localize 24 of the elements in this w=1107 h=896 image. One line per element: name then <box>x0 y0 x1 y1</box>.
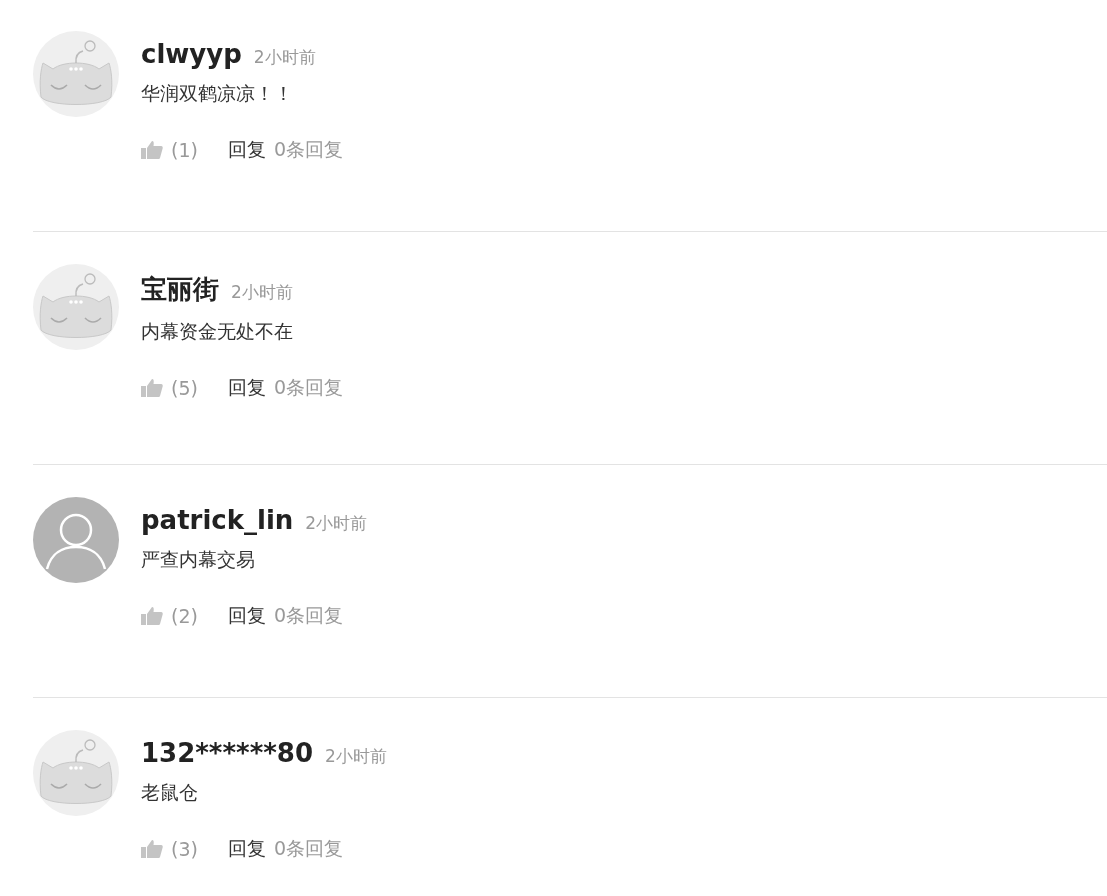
reply-link[interactable]: 回复 <box>227 603 266 629</box>
avatar-icon <box>33 264 119 350</box>
reply-link[interactable]: 回复 <box>227 137 266 163</box>
avatar-icon <box>33 31 119 117</box>
timestamp: 2小时前 <box>253 46 316 69</box>
username[interactable]: 宝丽街 <box>141 272 219 307</box>
timestamp: 2小时前 <box>325 745 387 768</box>
timestamp: 2小时前 <box>231 281 293 304</box>
reply-link[interactable]: 回复 <box>227 836 266 862</box>
thumbs-up-icon <box>141 607 163 625</box>
comment-text: 严查内幕交易 <box>141 547 256 572</box>
thumbs-up-icon <box>141 141 163 159</box>
avatar-icon <box>33 730 119 816</box>
comment-text: 华润双鹤凉凉！！ <box>141 81 294 106</box>
username[interactable]: patrick_lin <box>141 505 294 535</box>
username[interactable]: 132******80 <box>141 738 314 768</box>
comment-text: 老鼠仓 <box>141 780 199 805</box>
username[interactable]: clwyyp <box>141 39 242 69</box>
timestamp: 2小时前 <box>305 512 368 535</box>
thumbs-up-icon <box>141 840 163 858</box>
comment-text: 内幕资金无处不在 <box>141 319 294 344</box>
avatar-icon <box>33 497 119 583</box>
thumbs-up-icon <box>141 379 163 397</box>
reply-link[interactable]: 回复 <box>227 375 266 401</box>
